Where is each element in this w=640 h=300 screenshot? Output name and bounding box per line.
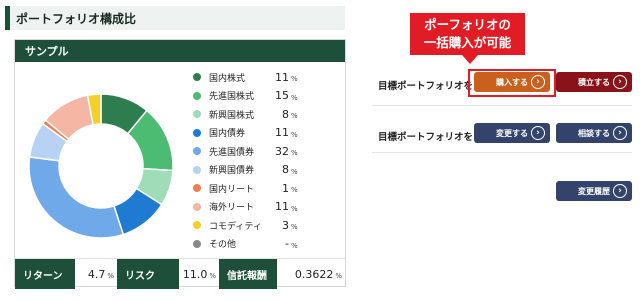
chevron-right-icon: › bbox=[613, 184, 627, 198]
legend-value: 8 bbox=[282, 163, 289, 177]
chevron-right-icon: › bbox=[531, 126, 545, 140]
change-button[interactable]: 変更する › bbox=[474, 123, 550, 143]
risk-number: 11.0 bbox=[182, 267, 208, 281]
legend-label: コモディティ bbox=[209, 221, 262, 232]
legend-item: 国内株式 11% bbox=[193, 68, 343, 87]
legend-item: 先進国株式 15% bbox=[193, 87, 343, 106]
legend-value: 11 bbox=[275, 126, 289, 140]
legend-item: 先進国債券 32% bbox=[193, 142, 343, 161]
consult-button-label: 相談する bbox=[578, 128, 610, 138]
callout-line-2: 一括購入が可能 bbox=[423, 35, 512, 50]
legend-label: 国内リート bbox=[209, 184, 255, 195]
accumulate-button[interactable]: 積立する › bbox=[556, 72, 632, 92]
callout-pointer bbox=[462, 55, 478, 64]
page-title-bar: ポートフォリオ構成比 bbox=[5, 6, 345, 30]
divider bbox=[372, 152, 632, 153]
allocation-legend: 国内株式 11% 先進国株式 15% 新興国株式 8% 国内債券 11% 先進国債券 32% 新興国… bbox=[193, 68, 343, 253]
legend-color-dot bbox=[193, 165, 201, 174]
legend-label: 先進国債券 bbox=[209, 147, 255, 158]
legend-color-dot bbox=[193, 91, 201, 100]
legend-unit: % bbox=[291, 167, 298, 176]
legend-color-dot bbox=[193, 221, 201, 230]
legend-item: 国内リート 1% bbox=[193, 179, 343, 198]
legend-item: 海外リート 11% bbox=[193, 198, 343, 217]
legend-color-dot bbox=[193, 202, 201, 211]
allocation-donut-chart bbox=[28, 93, 174, 239]
target-portfolio-label-1: 目標ポートフォリオを bbox=[378, 81, 474, 92]
return-value: 4.7% bbox=[75, 259, 117, 289]
fee-value: 0.3622% bbox=[277, 259, 345, 289]
change-history-button[interactable]: 変更履歴 › bbox=[556, 181, 632, 201]
legend-item: 新興国株式 8% bbox=[193, 105, 343, 124]
legend-unit: % bbox=[291, 112, 298, 121]
return-unit: % bbox=[107, 272, 114, 280]
legend-value: 32 bbox=[275, 144, 289, 158]
legend-unit: % bbox=[291, 130, 298, 139]
legend-label: 新興国株式 bbox=[209, 110, 255, 121]
change-button-label: 変更する bbox=[496, 128, 528, 138]
change-history-button-label: 変更履歴 bbox=[578, 186, 610, 196]
legend-item: 新興国債券 8% bbox=[193, 161, 343, 180]
legend-label: その他 bbox=[209, 240, 237, 251]
buy-button[interactable]: 購入する › bbox=[474, 72, 550, 92]
risk-unit: % bbox=[209, 272, 216, 280]
callout-bulk-purchase: ポーフォリオの 一括購入が可能 bbox=[410, 13, 525, 55]
legend-unit: % bbox=[291, 223, 298, 232]
legend-value: 11 bbox=[275, 70, 289, 84]
return-label: リターン bbox=[15, 259, 75, 289]
legend-label: 新興国債券 bbox=[209, 166, 255, 177]
legend-color-dot bbox=[193, 239, 201, 248]
legend-label: 先進国株式 bbox=[209, 92, 255, 103]
fee-unit: % bbox=[335, 272, 342, 280]
fee-label: 信託報酬 bbox=[219, 259, 277, 289]
panel-header: サンプル bbox=[15, 40, 345, 62]
chevron-right-icon: › bbox=[531, 75, 545, 89]
return-number: 4.7 bbox=[87, 267, 106, 281]
legend-item: その他 -% bbox=[193, 235, 343, 254]
legend-value: 3 bbox=[282, 218, 289, 232]
risk-value: 11.0% bbox=[179, 259, 219, 289]
legend-unit: % bbox=[291, 149, 298, 158]
legend-value: 11 bbox=[275, 200, 289, 214]
legend-color-dot bbox=[193, 110, 201, 119]
legend-item: コモディティ 3% bbox=[193, 216, 343, 235]
legend-unit: % bbox=[291, 186, 298, 195]
legend-item: 国内債券 11% bbox=[193, 124, 343, 143]
consult-button[interactable]: 相談する › bbox=[556, 123, 632, 143]
chevron-right-icon: › bbox=[613, 126, 627, 140]
callout-line-1: ポーフォリオの bbox=[424, 17, 511, 32]
legend-label: 国内債券 bbox=[209, 129, 246, 140]
legend-color-dot bbox=[193, 147, 201, 156]
legend-value: - bbox=[285, 237, 289, 251]
donut-slice bbox=[28, 156, 125, 239]
buy-button-label: 購入する bbox=[496, 77, 528, 87]
legend-color-dot bbox=[193, 128, 201, 137]
legend-value: 8 bbox=[282, 107, 289, 121]
risk-label: リスク bbox=[117, 259, 179, 289]
portfolio-panel: サンプル 国内株式 11% 先進国株式 15% 新興国株式 8% 国内債券 11% 先進国債券 3… bbox=[14, 39, 346, 289]
divider bbox=[372, 105, 632, 106]
legend-unit: % bbox=[291, 204, 298, 213]
legend-unit: % bbox=[291, 93, 298, 102]
legend-unit: % bbox=[291, 241, 298, 250]
page-title: ポートフォリオ構成比 bbox=[16, 11, 137, 26]
accumulate-button-label: 積立する bbox=[578, 77, 610, 87]
legend-label: 海外リート bbox=[209, 203, 255, 214]
legend-color-dot bbox=[193, 73, 201, 82]
fee-number: 0.3622 bbox=[294, 267, 334, 281]
stats-bar: リターン 4.7% リスク 11.0% 信託報酬 0.3622% bbox=[15, 258, 345, 289]
target-portfolio-label-2: 目標ポートフォリオを bbox=[378, 132, 474, 143]
legend-unit: % bbox=[291, 75, 298, 84]
legend-color-dot bbox=[193, 184, 201, 193]
legend-label: 国内株式 bbox=[209, 73, 246, 84]
legend-value: 15 bbox=[275, 89, 289, 103]
legend-value: 1 bbox=[282, 181, 289, 195]
chevron-right-icon: › bbox=[613, 75, 627, 89]
